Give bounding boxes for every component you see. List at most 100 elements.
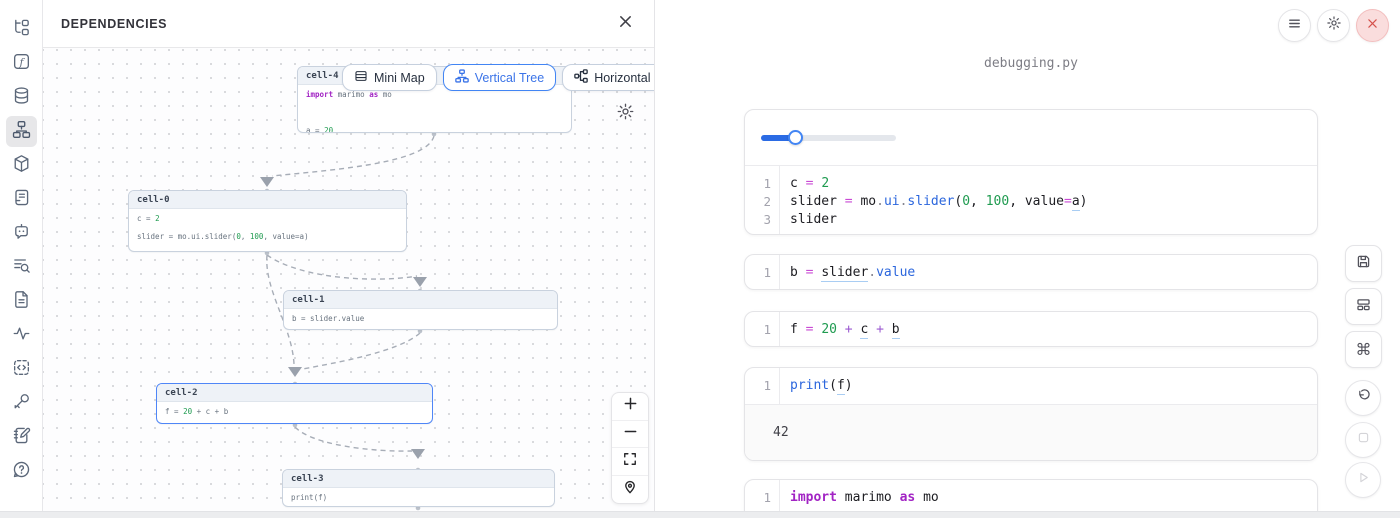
cell-code-editor[interactable]: 1 f = 20 + c + b [745, 312, 1317, 347]
package-icon [12, 154, 31, 178]
sidebar-item-file-tree[interactable] [6, 14, 37, 45]
arrowhead [411, 449, 425, 459]
sidebar-item-dependencies[interactable] [6, 116, 37, 147]
location-pin-icon [623, 480, 637, 499]
cell-code-editor[interactable]: 123 c = 2slider = mo.ui.slider(0, 100, v… [745, 166, 1317, 235]
command-icon: ⌘ [1356, 340, 1372, 359]
zoom-in-button[interactable] [612, 393, 648, 421]
file-text-icon [12, 290, 31, 314]
function-square-icon: f [12, 52, 31, 76]
sidebar-item-tracing[interactable] [6, 320, 37, 351]
sidebar-item-logs[interactable] [6, 184, 37, 215]
sidebar-item-variables[interactable]: f [6, 48, 37, 79]
notebook-filename[interactable]: debugging.py [744, 56, 1318, 71]
sidebar-item-scratchpad-search[interactable] [6, 252, 37, 283]
node-title: cell-0 [129, 191, 406, 209]
code-content: f = 20 + c + b [780, 312, 900, 347]
layout-button[interactable] [1345, 288, 1382, 325]
line-numbers: 1 [745, 255, 780, 290]
minus-icon [623, 424, 638, 444]
command-palette-button[interactable]: ⌘ [1345, 331, 1382, 368]
code-content: b = slider.value [780, 255, 915, 290]
sidebar-item-scratchpad[interactable] [6, 422, 37, 453]
dependency-graph-canvas[interactable]: cell-4 import marimo as mo a = 20 cell-0… [43, 48, 654, 518]
plus-icon [623, 396, 638, 416]
node-title: cell-1 [284, 291, 557, 309]
cell-code-editor[interactable]: 1 print(f) [745, 368, 1317, 404]
sidebar-item-ai-chat[interactable] [6, 218, 37, 249]
edge-cell1-cell2 [303, 333, 420, 369]
bot-message-icon [12, 222, 31, 246]
dependencies-header: DEPENDENCIES [43, 0, 654, 48]
graph-settings-button[interactable] [616, 102, 636, 122]
notebook-top-buttons [1278, 9, 1389, 42]
close-icon [618, 14, 633, 34]
undo-button[interactable] [1345, 380, 1381, 416]
horizontal-tree-button[interactable]: Horizontal Tree [562, 64, 654, 91]
close-panel-button[interactable] [614, 13, 636, 35]
notebook-cell[interactable]: 1 f = 20 + c + b [744, 311, 1318, 347]
node-code: import marimo as mo a = 20 [298, 85, 571, 133]
vertical-tree-button[interactable]: Vertical Tree [443, 64, 556, 91]
slider-thumb[interactable] [788, 130, 803, 145]
vertical-tree-icon [455, 69, 469, 86]
gear-icon [616, 108, 635, 125]
cell-console-output: 42 [745, 404, 1317, 461]
button-label: Vertical Tree [475, 71, 544, 85]
window-bottom-edge [0, 511, 1400, 518]
menu-button[interactable] [1278, 9, 1311, 42]
sidebar-item-packages[interactable] [6, 150, 37, 181]
sidebar-item-snippets[interactable] [6, 354, 37, 385]
save-button[interactable] [1345, 245, 1382, 282]
node-title: cell-2 [157, 384, 432, 402]
graph-node-cell-1[interactable]: cell-1 b = slider.value [283, 290, 558, 330]
cell-output-slider [745, 110, 1317, 166]
node-code: c = 2slider = mo.ui.slider(0, 100, value… [129, 209, 406, 252]
mini-map-button[interactable]: Mini Map [342, 64, 437, 91]
node-code: b = slider.value [284, 309, 557, 330]
stop-icon [1356, 430, 1371, 450]
button-label: Horizontal Tree [594, 71, 654, 85]
rows-icon [354, 69, 368, 86]
locate-button[interactable] [612, 476, 648, 504]
play-icon [1356, 470, 1371, 490]
edge-cell4-cell0 [272, 136, 434, 176]
sidebar-item-datasources[interactable] [6, 82, 37, 113]
button-label: Mini Map [374, 71, 425, 85]
line-numbers: 123 [745, 166, 780, 235]
text-search-icon [12, 256, 31, 280]
arrowhead [288, 367, 302, 377]
sidebar-item-secrets[interactable] [6, 388, 37, 419]
fit-view-button[interactable] [612, 448, 648, 476]
svg-text:f: f [18, 56, 25, 68]
hamburger-icon [1287, 16, 1302, 36]
dependencies-panel: DEPENDENCIES cell-4 im [43, 0, 655, 518]
undo-icon [1355, 388, 1371, 409]
slider-widget[interactable] [761, 135, 896, 141]
notebook-cell[interactable]: 1 b = slider.value [744, 254, 1318, 290]
zoom-out-button[interactable] [612, 421, 648, 449]
graph-node-cell-3[interactable]: cell-3 print(f) [282, 469, 555, 507]
notebook-cell[interactable]: 1 print(f) 42 [744, 367, 1318, 461]
code-content: c = 2slider = mo.ui.slider(0, 100, value… [780, 166, 1087, 235]
stop-button[interactable] [1345, 422, 1381, 458]
cell-code-editor[interactable]: 1 b = slider.value [745, 255, 1317, 290]
settings-button[interactable] [1317, 9, 1350, 42]
graph-zoom-controls [611, 392, 649, 504]
sidebar-item-documentation[interactable] [6, 286, 37, 317]
activity-icon [12, 324, 31, 348]
close-icon [1366, 17, 1379, 35]
run-button[interactable] [1345, 462, 1381, 498]
sidebar-item-help[interactable] [6, 456, 37, 487]
graph-node-cell-0[interactable]: cell-0 c = 2slider = mo.ui.slider(0, 100… [128, 190, 407, 252]
list-tree-icon [12, 18, 31, 42]
graph-node-cell-2[interactable]: cell-2 f = 20 + c + b [156, 383, 433, 424]
square-code-icon [12, 358, 31, 382]
notebook-cell[interactable]: 123 c = 2slider = mo.ui.slider(0, 100, v… [744, 109, 1318, 235]
shutdown-button[interactable] [1356, 9, 1389, 42]
edge-cell0-cell1 [267, 255, 417, 279]
network-icon [12, 120, 31, 144]
graph-view-toolbar: Mini Map Vertical Tree Horizontal Tree [342, 64, 654, 91]
gear-icon [1326, 15, 1342, 36]
database-icon [12, 86, 31, 110]
